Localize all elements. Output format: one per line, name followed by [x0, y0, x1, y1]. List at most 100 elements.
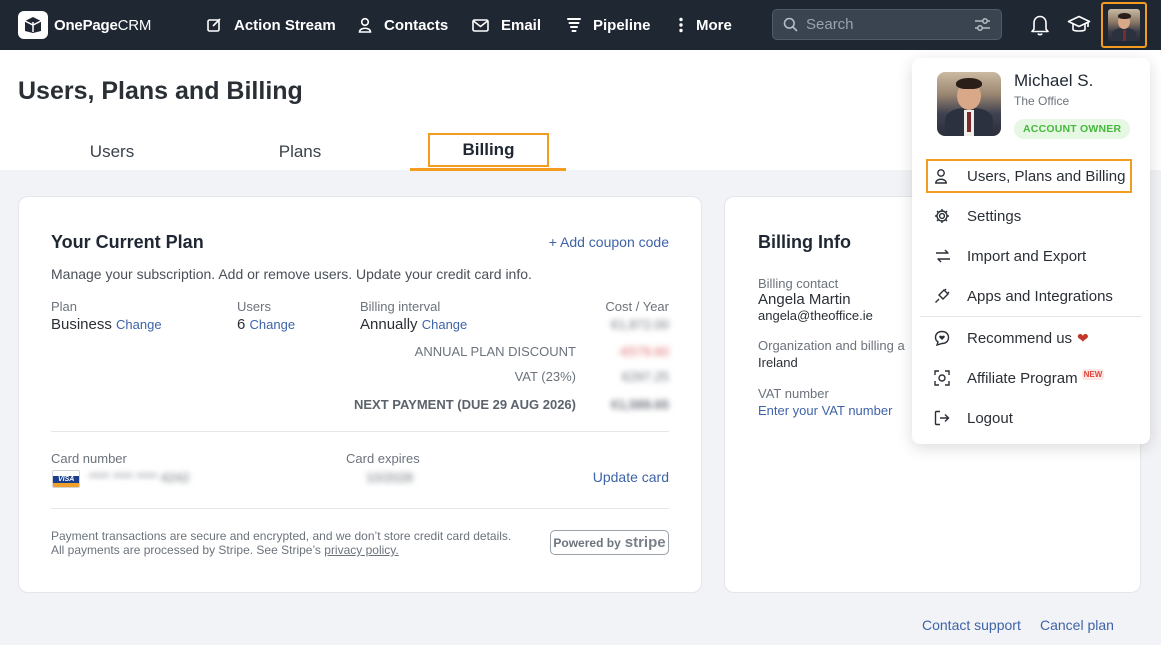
avatar	[1108, 9, 1140, 41]
users-label: Users	[237, 299, 271, 314]
tab-billing-underline: Billing	[410, 133, 566, 171]
divider	[51, 508, 669, 509]
nav-more[interactable]: More	[678, 0, 732, 50]
billing-country: Ireland	[758, 355, 798, 370]
new-badge: NEW	[1081, 368, 1105, 380]
card-expires-label: Card expires	[346, 451, 420, 466]
next-payment-value: €1,589.65	[611, 397, 669, 412]
nav-action-stream-label: Action Stream	[234, 16, 336, 34]
menu-item-import-export[interactable]: Import and Export	[926, 239, 1132, 273]
billing-info-title: Billing Info	[758, 232, 851, 252]
stripe-note-row: All payments are processed by Stripe. Se…	[51, 543, 399, 557]
menu-item-affiliate-program[interactable]: Affiliate Program NEW	[926, 361, 1132, 395]
gear-icon	[934, 208, 954, 224]
more-vertical-icon	[678, 17, 684, 33]
menu-item-label: Apps and Integrations	[967, 287, 1113, 305]
cancel-plan-link[interactable]: Cancel plan	[1040, 617, 1114, 633]
menu-item-users-plans-billing[interactable]: Users, Plans and Billing	[926, 159, 1132, 193]
billing-contact-name: Angela Martin	[758, 291, 851, 308]
affiliate-icon	[934, 370, 954, 386]
cost-year-label: Cost / Year	[605, 299, 669, 314]
billing-contact-email: angela@theoffice.ie	[758, 308, 873, 323]
profile-company: The Office	[1014, 94, 1070, 108]
search-box[interactable]	[772, 9, 1002, 40]
billing-contact-label: Billing contact	[758, 276, 839, 291]
nav-contacts[interactable]: Contacts	[358, 0, 448, 50]
menu-item-apps-integrations[interactable]: Apps and Integrations	[926, 279, 1132, 313]
user-icon	[934, 168, 954, 184]
search-input[interactable]	[806, 16, 966, 33]
next-payment-label: NEXT PAYMENT (DUE 29 AUG 2026)	[353, 397, 576, 412]
menu-item-label: Import and Export	[967, 247, 1087, 265]
account-dropdown-menu: Michael S. The Office ACCOUNT OWNER User…	[912, 58, 1150, 444]
menu-divider	[920, 316, 1142, 317]
search-filter-icon[interactable]	[974, 17, 991, 32]
page-title: Users, Plans and Billing	[18, 77, 303, 105]
enter-vat-link[interactable]: Enter your VAT number	[758, 403, 892, 418]
menu-item-recommend-us[interactable]: Recommend us ❤	[926, 321, 1132, 355]
plan-value: Business	[51, 316, 112, 333]
card-expires-value: 10/2028	[366, 470, 413, 485]
notifications-bell-icon[interactable]	[1030, 13, 1050, 37]
nav-action-stream[interactable]: Action Stream	[206, 0, 336, 50]
menu-item-label: Affiliate Program	[967, 369, 1078, 387]
plan-value-row: Business Change	[51, 316, 162, 333]
menu-item-label: Users, Plans and Billing	[967, 167, 1126, 185]
card-number-value: **** **** **** 4242	[89, 470, 190, 485]
annual-discount-label: ANNUAL PLAN DISCOUNT	[414, 344, 576, 359]
add-coupon-link[interactable]: + Add coupon code	[549, 234, 669, 250]
email-icon	[472, 18, 489, 32]
nav-email[interactable]: Email	[472, 0, 541, 50]
import-export-icon	[934, 249, 954, 263]
powered-by-label: Powered by	[553, 535, 621, 550]
brand-name: OnePageCRM	[54, 16, 152, 34]
organization-label: Organization and billing a	[758, 338, 905, 353]
plug-icon	[934, 288, 954, 304]
search-icon	[783, 17, 798, 32]
vat-number-label: VAT number	[758, 386, 829, 401]
contact-support-link[interactable]: Contact support	[922, 617, 1021, 633]
tab-users[interactable]: Users	[18, 133, 206, 171]
menu-item-label: Logout	[967, 409, 1013, 427]
privacy-policy-link[interactable]: privacy policy.	[324, 543, 398, 557]
brand-logo[interactable]: OnePageCRM	[18, 11, 151, 39]
tab-billing[interactable]: Billing	[428, 133, 549, 167]
divider	[51, 431, 669, 432]
update-card-link[interactable]: Update card	[593, 469, 669, 485]
change-plan-link[interactable]: Change	[116, 317, 162, 332]
cost-year-value: €1,872.00	[611, 317, 669, 332]
tab-plans[interactable]: Plans	[206, 133, 394, 171]
change-users-link[interactable]: Change	[250, 317, 296, 332]
academy-graduation-cap-icon[interactable]	[1067, 14, 1091, 36]
profile-name: Michael S.	[1014, 71, 1094, 90]
top-navigation-bar: OnePageCRM Action Stream Contacts Email …	[0, 0, 1161, 50]
heart-icon: ❤	[1077, 329, 1089, 346]
contacts-icon	[358, 17, 372, 33]
billing-interval-row: Annually Change	[360, 316, 467, 333]
powered-by-stripe-badge[interactable]: Powered by stripe	[550, 530, 669, 555]
annual-discount-value: -€579.60	[617, 344, 669, 359]
plan-description: Manage your subscription. Add or remove …	[51, 266, 532, 282]
security-note: Payment transactions are secure and encr…	[51, 529, 512, 543]
account-avatar-button[interactable]	[1101, 2, 1147, 48]
onepage-logo-icon	[18, 11, 48, 39]
logout-icon	[934, 410, 954, 426]
current-plan-card: Your Current Plan + Add coupon code Mana…	[18, 196, 702, 593]
change-interval-link[interactable]: Change	[422, 317, 468, 332]
menu-item-label: Recommend us	[967, 329, 1073, 347]
pipeline-icon	[567, 17, 581, 33]
billing-interval-label: Billing interval	[360, 299, 441, 314]
stripe-note: All payments are processed by Stripe. Se…	[51, 543, 321, 557]
nav-pipeline-label: Pipeline	[593, 16, 651, 34]
nav-pipeline[interactable]: Pipeline	[567, 0, 651, 50]
action-stream-icon	[206, 17, 222, 33]
account-owner-badge: ACCOUNT OWNER	[1014, 119, 1131, 139]
visa-card-icon: VISA	[52, 470, 80, 488]
current-plan-title: Your Current Plan	[51, 232, 204, 252]
profile-avatar	[937, 72, 1001, 136]
menu-item-logout[interactable]: Logout	[926, 401, 1132, 435]
users-value-row: 6 Change	[237, 316, 295, 333]
menu-item-settings[interactable]: Settings	[926, 199, 1132, 233]
users-value: 6	[237, 316, 246, 333]
menu-item-label: Settings	[967, 207, 1022, 225]
